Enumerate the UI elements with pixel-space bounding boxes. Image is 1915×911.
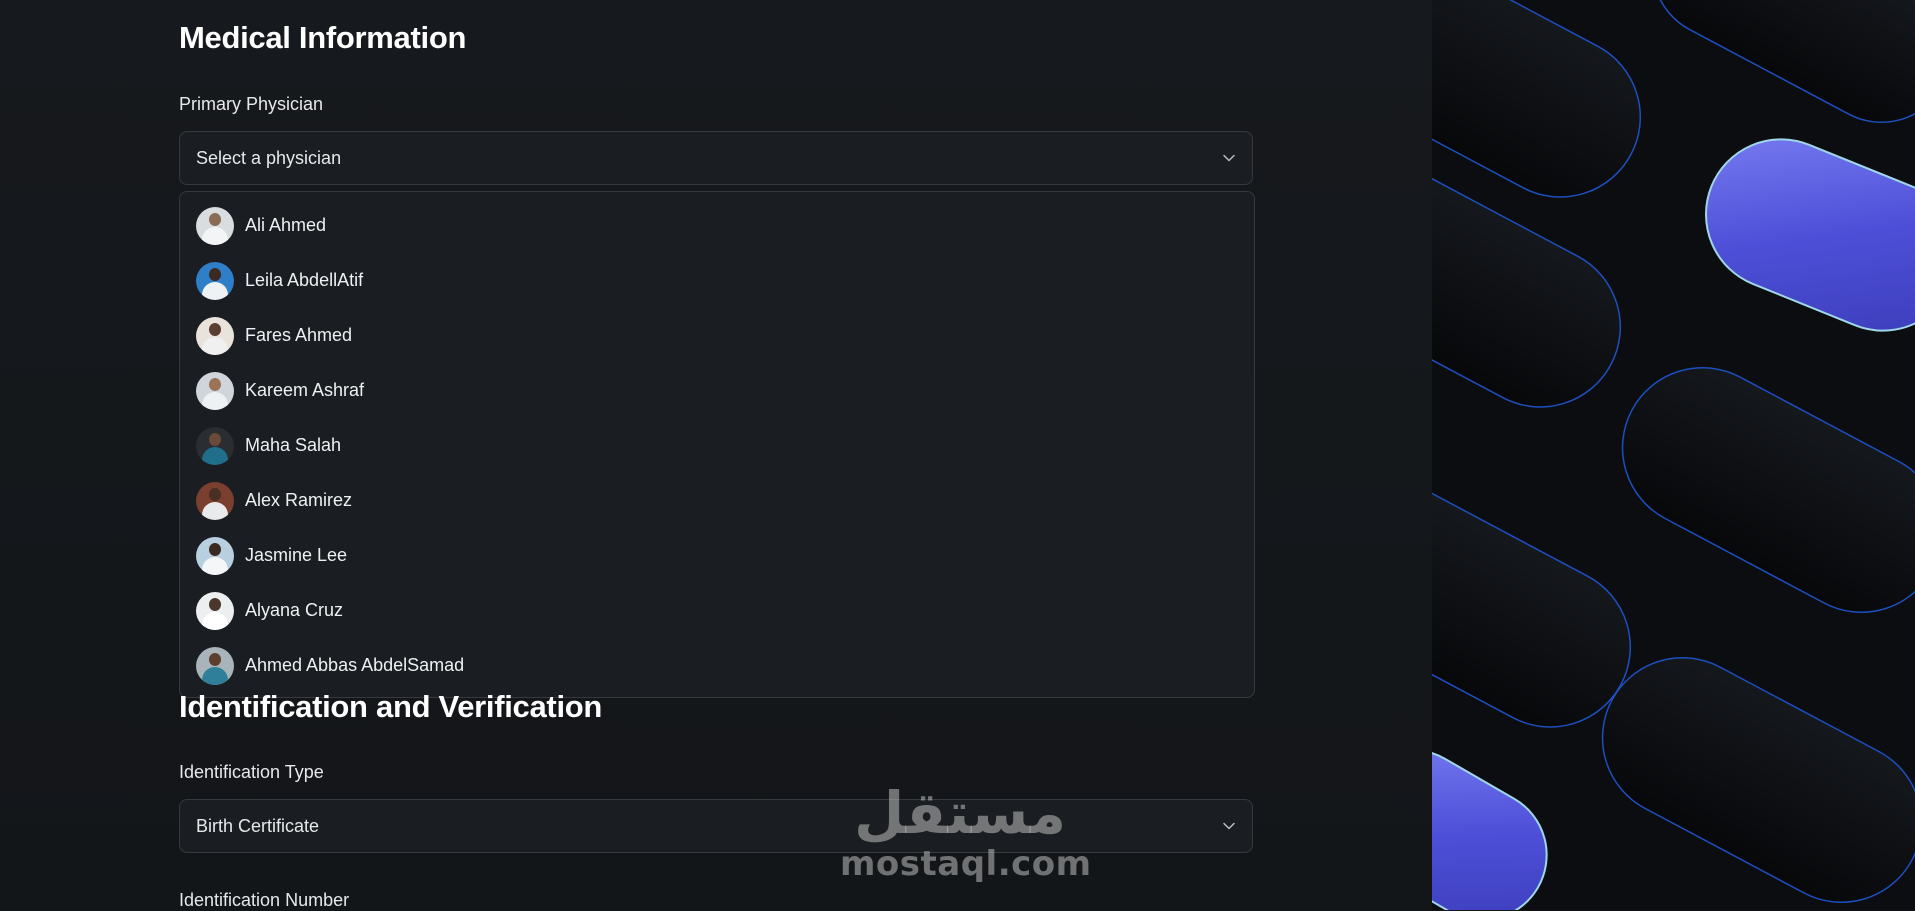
primary-physician-placeholder: Select a physician [196, 147, 342, 168]
physician-option[interactable]: Ali Ahmed [180, 198, 1254, 253]
physician-name: Ahmed Abbas AbdelSamad [245, 655, 465, 675]
physician-option[interactable]: Jasmine Lee [180, 528, 1254, 583]
physician-name: Kareem Ashraf [245, 380, 365, 400]
physician-option[interactable]: Kareem Ashraf [180, 363, 1254, 418]
physician-option[interactable]: Fares Ahmed [180, 308, 1254, 363]
physician-option[interactable]: Maha Salah [180, 418, 1254, 473]
medical-information-title: Medical Information [179, 20, 467, 55]
identification-type-value: Birth Certificate [196, 815, 320, 836]
physician-name: Fares Ahmed [245, 325, 353, 345]
form-panel: Medical Information Primary Physician Se… [0, 0, 1432, 910]
physician-name: Jasmine Lee [245, 545, 348, 565]
physician-avatar [196, 261, 234, 300]
physician-name: Maha Salah [245, 435, 342, 455]
physician-name: Leila AbdellAtif [245, 270, 364, 290]
physician-avatar [196, 426, 234, 465]
physician-avatar [196, 316, 234, 355]
physician-option[interactable]: Ahmed Abbas AbdelSamad [180, 638, 1254, 693]
physician-name: Alyana Cruz [245, 600, 344, 620]
physician-name: Ali Ahmed [245, 215, 327, 235]
chevron-down-icon [1222, 151, 1236, 165]
physician-avatar [196, 206, 234, 245]
physician-option[interactable]: Leila AbdellAtif [180, 253, 1254, 308]
physician-avatar [196, 591, 234, 630]
physician-dropdown-list: Ali Ahmed Leila AbdellAtif Fares Ahmed K… [179, 191, 1255, 698]
decorative-pills-image [1432, 0, 1915, 910]
physician-avatar [196, 646, 234, 685]
identification-number-label: Identification Number [179, 890, 350, 910]
physician-avatar [196, 536, 234, 575]
physician-avatar [196, 481, 234, 520]
identification-type-select[interactable]: Birth Certificate [179, 799, 1253, 853]
physician-option[interactable]: Alyana Cruz [180, 583, 1254, 638]
chevron-down-icon [1222, 819, 1236, 833]
primary-physician-select[interactable]: Select a physician [179, 131, 1253, 185]
physician-option[interactable]: Alex Ramirez [180, 473, 1254, 528]
identification-type-label: Identification Type [179, 762, 324, 782]
physician-avatar [196, 371, 234, 410]
physician-name: Alex Ramirez [245, 490, 353, 510]
primary-physician-label: Primary Physician [179, 94, 324, 114]
identification-title: Identification and Verification [179, 689, 603, 724]
